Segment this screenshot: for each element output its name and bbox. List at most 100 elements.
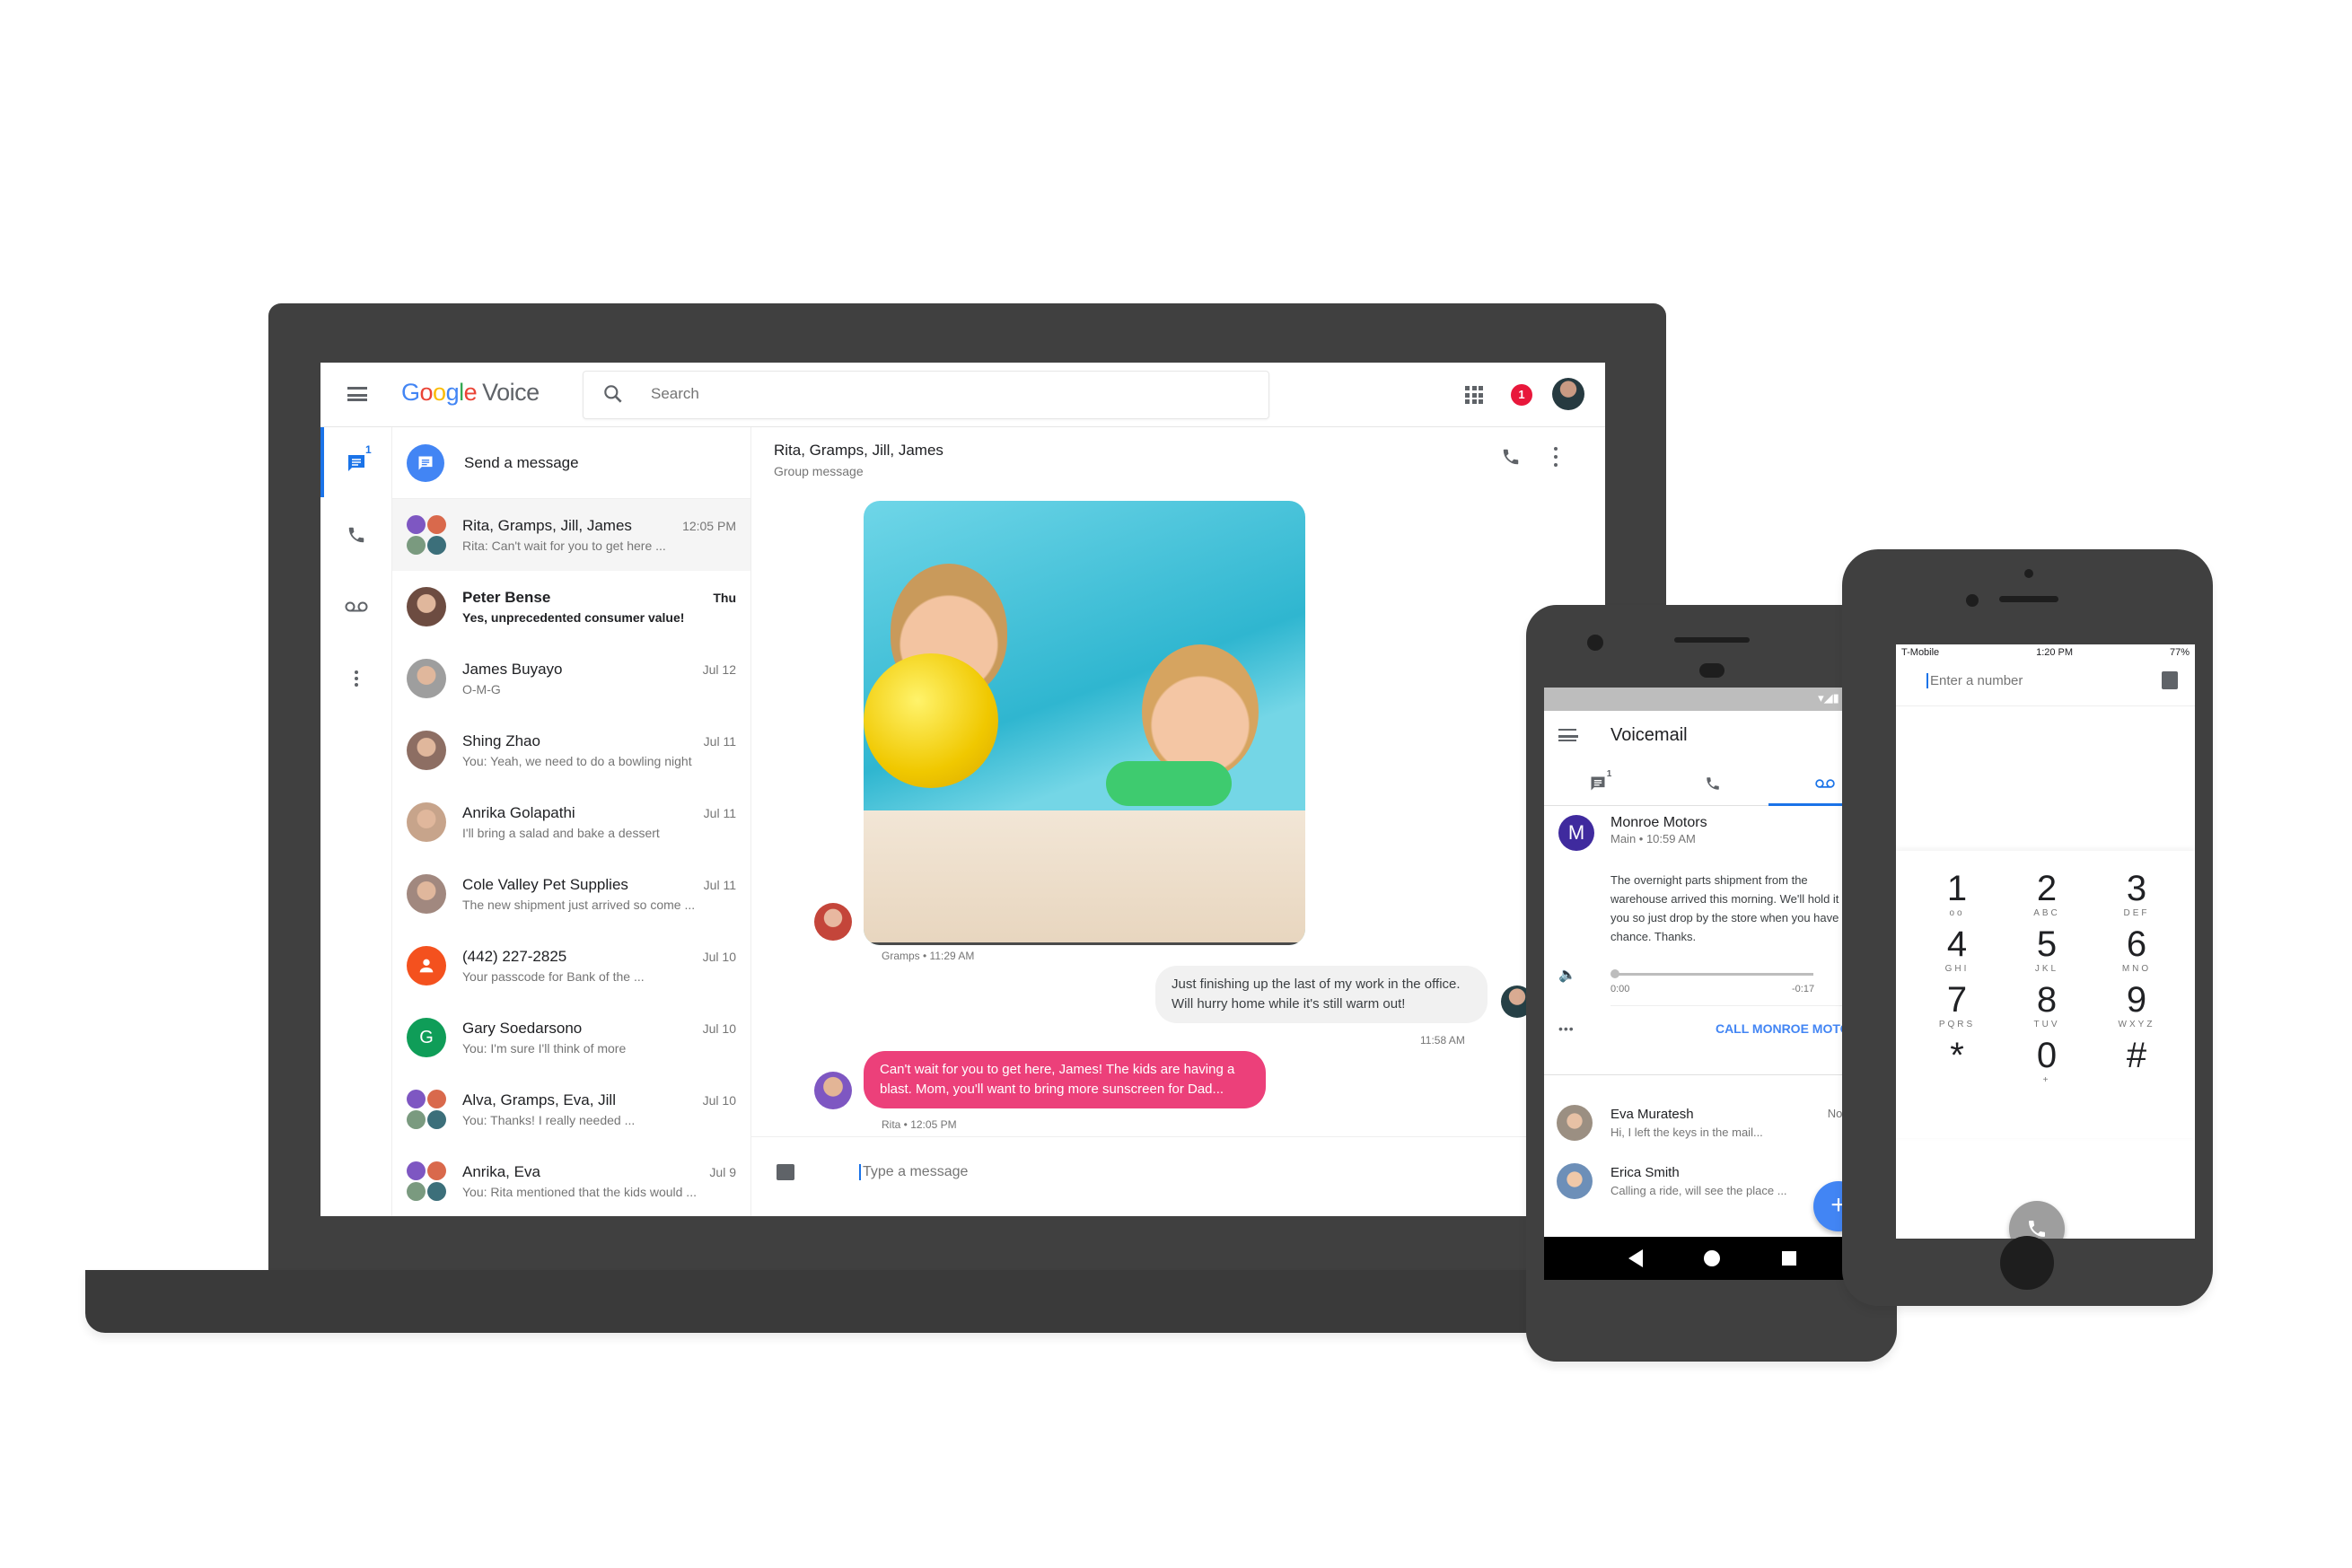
thread-title: Rita, Gramps, Jill, James bbox=[774, 442, 943, 459]
messages-count: 1 bbox=[365, 443, 372, 456]
conversation-item[interactable]: Peter Bense Thu Yes, unprecedented consume… bbox=[392, 571, 750, 643]
dialpad-key[interactable]: 0 + bbox=[2002, 1036, 2092, 1085]
google-voice-logo[interactable]: Google Voice bbox=[401, 379, 540, 407]
key-letters: ABC bbox=[2033, 908, 2060, 918]
rail-messages[interactable]: 1 bbox=[320, 427, 392, 499]
key-digit: 3 bbox=[2126, 869, 2147, 908]
dialpad-key[interactable]: 3 DEF bbox=[2092, 869, 2181, 918]
logo-letter: e bbox=[463, 379, 478, 406]
battery-level: 77% bbox=[2169, 647, 2190, 658]
earpiece bbox=[1999, 596, 2058, 602]
home-icon[interactable] bbox=[1704, 1250, 1721, 1266]
search-input[interactable] bbox=[651, 385, 1189, 403]
signal-icons: ▾◢▮ bbox=[1818, 691, 1843, 705]
dialpad-key[interactable]: 5 JKL bbox=[2002, 924, 2092, 974]
home-button[interactable] bbox=[2000, 1236, 2054, 1290]
dialpad-key[interactable]: 1 oo bbox=[1912, 869, 2002, 918]
conversation-item[interactable]: James Buyayo Jul 12 O-M-G bbox=[392, 643, 750, 714]
contacts-icon[interactable] bbox=[2162, 671, 2178, 689]
dialpad-key[interactable]: # bbox=[2092, 1036, 2181, 1075]
call-button[interactable] bbox=[2009, 1201, 2065, 1239]
dialpad-key[interactable]: 7 PQRS bbox=[1912, 980, 2002, 1029]
logo-letter: g bbox=[445, 379, 460, 406]
nav-rail: 1 bbox=[320, 427, 392, 1216]
hamburger-menu-icon[interactable] bbox=[1558, 729, 1578, 741]
conversation-item[interactable]: Rita, Gramps, Jill, James 12:05 PM Rita: C… bbox=[392, 499, 750, 571]
conversation-name: James Buyayo bbox=[462, 661, 563, 678]
search-icon bbox=[601, 382, 625, 406]
conversation-name: Gary Soedarsono bbox=[462, 1020, 583, 1037]
new-message-icon bbox=[407, 443, 444, 482]
dialpad-key[interactable]: 2 ABC bbox=[2002, 869, 2092, 918]
conversation-item[interactable]: (442) 227-2825 Jul 10 Your passcode for Ba… bbox=[392, 930, 750, 1002]
conversation-item[interactable]: Alva, Gramps, Eva, Jill Jul 10 You: Thanks… bbox=[392, 1073, 750, 1145]
conversation-time: Jul 10 bbox=[702, 950, 736, 964]
volume-icon[interactable]: 🔈 bbox=[1558, 966, 1576, 984]
voicemail-card: M Monroe Motors Main • 10:59 AM The over… bbox=[1544, 806, 1881, 1075]
shared-photo[interactable] bbox=[864, 501, 1305, 945]
caller-avatar: M bbox=[1558, 815, 1594, 851]
hamburger-menu-icon[interactable] bbox=[347, 387, 367, 401]
phone-number-input[interactable] bbox=[1926, 673, 2106, 688]
messages-count: 1 bbox=[1606, 769, 1612, 779]
clock: 1:20 PM bbox=[2036, 647, 2074, 658]
more-options-button[interactable] bbox=[1553, 447, 1558, 467]
conversation-time: Jul 11 bbox=[703, 878, 736, 892]
logo-letter: o bbox=[433, 379, 446, 406]
contact-name: Erica Smith bbox=[1610, 1165, 1680, 1180]
conversation-snippet: Yes, unprecedented consumer value! bbox=[462, 610, 685, 625]
phone-icon bbox=[1503, 449, 1519, 465]
dialpad-key[interactable]: * bbox=[1912, 1036, 2002, 1075]
sensor bbox=[1699, 663, 1725, 678]
notification-badge[interactable]: 1 bbox=[1511, 384, 1532, 406]
messages-icon bbox=[1591, 776, 1605, 790]
rail-calls[interactable] bbox=[320, 499, 392, 571]
voicemail-transcript: The overnight parts shipment from the wa… bbox=[1610, 873, 1856, 943]
back-icon[interactable] bbox=[1628, 1249, 1644, 1267]
conversation-item[interactable]: G Gary Soedarsono Jul 10 You: I'm sure I'll… bbox=[392, 1002, 750, 1073]
remaining-time: -0:17 bbox=[1792, 984, 1815, 994]
apps-grid-icon[interactable] bbox=[1465, 386, 1483, 404]
rail-more[interactable] bbox=[320, 643, 392, 714]
call-button[interactable] bbox=[1501, 447, 1521, 467]
conversation-item[interactable]: Anrika Golapathi Jul 11 I'll bring a salad… bbox=[392, 786, 750, 858]
recents-icon[interactable] bbox=[1781, 1251, 1796, 1266]
account-avatar[interactable] bbox=[1552, 378, 1584, 410]
conversation-list: Send a message Rita, Gramps, Jill, James… bbox=[392, 427, 751, 1216]
android-screen: ▾◢▮ 12:30 Voicemail 1 M Monroe Motors Ma… bbox=[1544, 688, 1881, 1280]
conversation-item[interactable]: Cole Valley Pet Supplies Jul 11 The new sh… bbox=[392, 858, 750, 930]
more-horiz-icon[interactable]: ••• bbox=[1558, 1021, 1575, 1036]
conversation-name: Peter Bense bbox=[462, 589, 551, 606]
voicemail-snippet: Calling a ride, will see the place ... bbox=[1610, 1184, 1787, 1197]
conversation-snippet: You: Yeah, we need to do a bowling night bbox=[462, 754, 692, 768]
playback-handle[interactable] bbox=[1610, 969, 1619, 978]
conversation-snippet: You: Thanks! I really needed ... bbox=[462, 1113, 636, 1127]
contact-avatar bbox=[407, 1090, 446, 1129]
voicemail-list-item[interactable]: Eva Muratesh Hi, I left the keys in the … bbox=[1544, 1096, 1881, 1152]
tab-calls[interactable] bbox=[1656, 761, 1768, 805]
search-box[interactable] bbox=[583, 371, 1269, 419]
dialpad-key[interactable]: 4 GHI bbox=[1912, 924, 2002, 974]
key-digit: 2 bbox=[2036, 869, 2058, 908]
key-letters: WXYZ bbox=[2118, 1020, 2155, 1029]
conversation-name: Anrika Golapathi bbox=[462, 804, 575, 821]
rail-voicemail[interactable] bbox=[320, 571, 392, 643]
playback-slider[interactable] bbox=[1614, 973, 1813, 976]
elapsed-time: 0:00 bbox=[1610, 984, 1630, 994]
app-bar: Voicemail bbox=[1544, 711, 1881, 761]
conversation-snippet: O-M-G bbox=[462, 682, 501, 696]
send-message-button[interactable]: Send a message bbox=[392, 427, 750, 499]
more-vert-icon bbox=[355, 670, 358, 687]
key-digit: 9 bbox=[2126, 980, 2147, 1020]
conversation-item[interactable]: Anrika, Eva Jul 9 You: Rita mentioned that… bbox=[392, 1145, 750, 1216]
message-input[interactable] bbox=[859, 1164, 1488, 1180]
dialpad-key[interactable]: 6 MNO bbox=[2092, 924, 2181, 974]
dialpad-key[interactable]: 9 WXYZ bbox=[2092, 980, 2181, 1029]
conversation-item[interactable]: Shing Zhao Jul 11 You: Yeah, we need to do… bbox=[392, 714, 750, 786]
attach-image-icon[interactable] bbox=[777, 1164, 794, 1180]
conversation-snippet: You: Rita mentioned that the kids would … bbox=[462, 1185, 697, 1199]
dialpad-key[interactable]: 8 TUV bbox=[2002, 980, 2092, 1029]
tab-messages[interactable]: 1 bbox=[1544, 761, 1656, 805]
key-letters: TUV bbox=[2033, 1020, 2060, 1029]
voicemail-snippet: Hi, I left the keys in the mail... bbox=[1610, 1126, 1763, 1139]
